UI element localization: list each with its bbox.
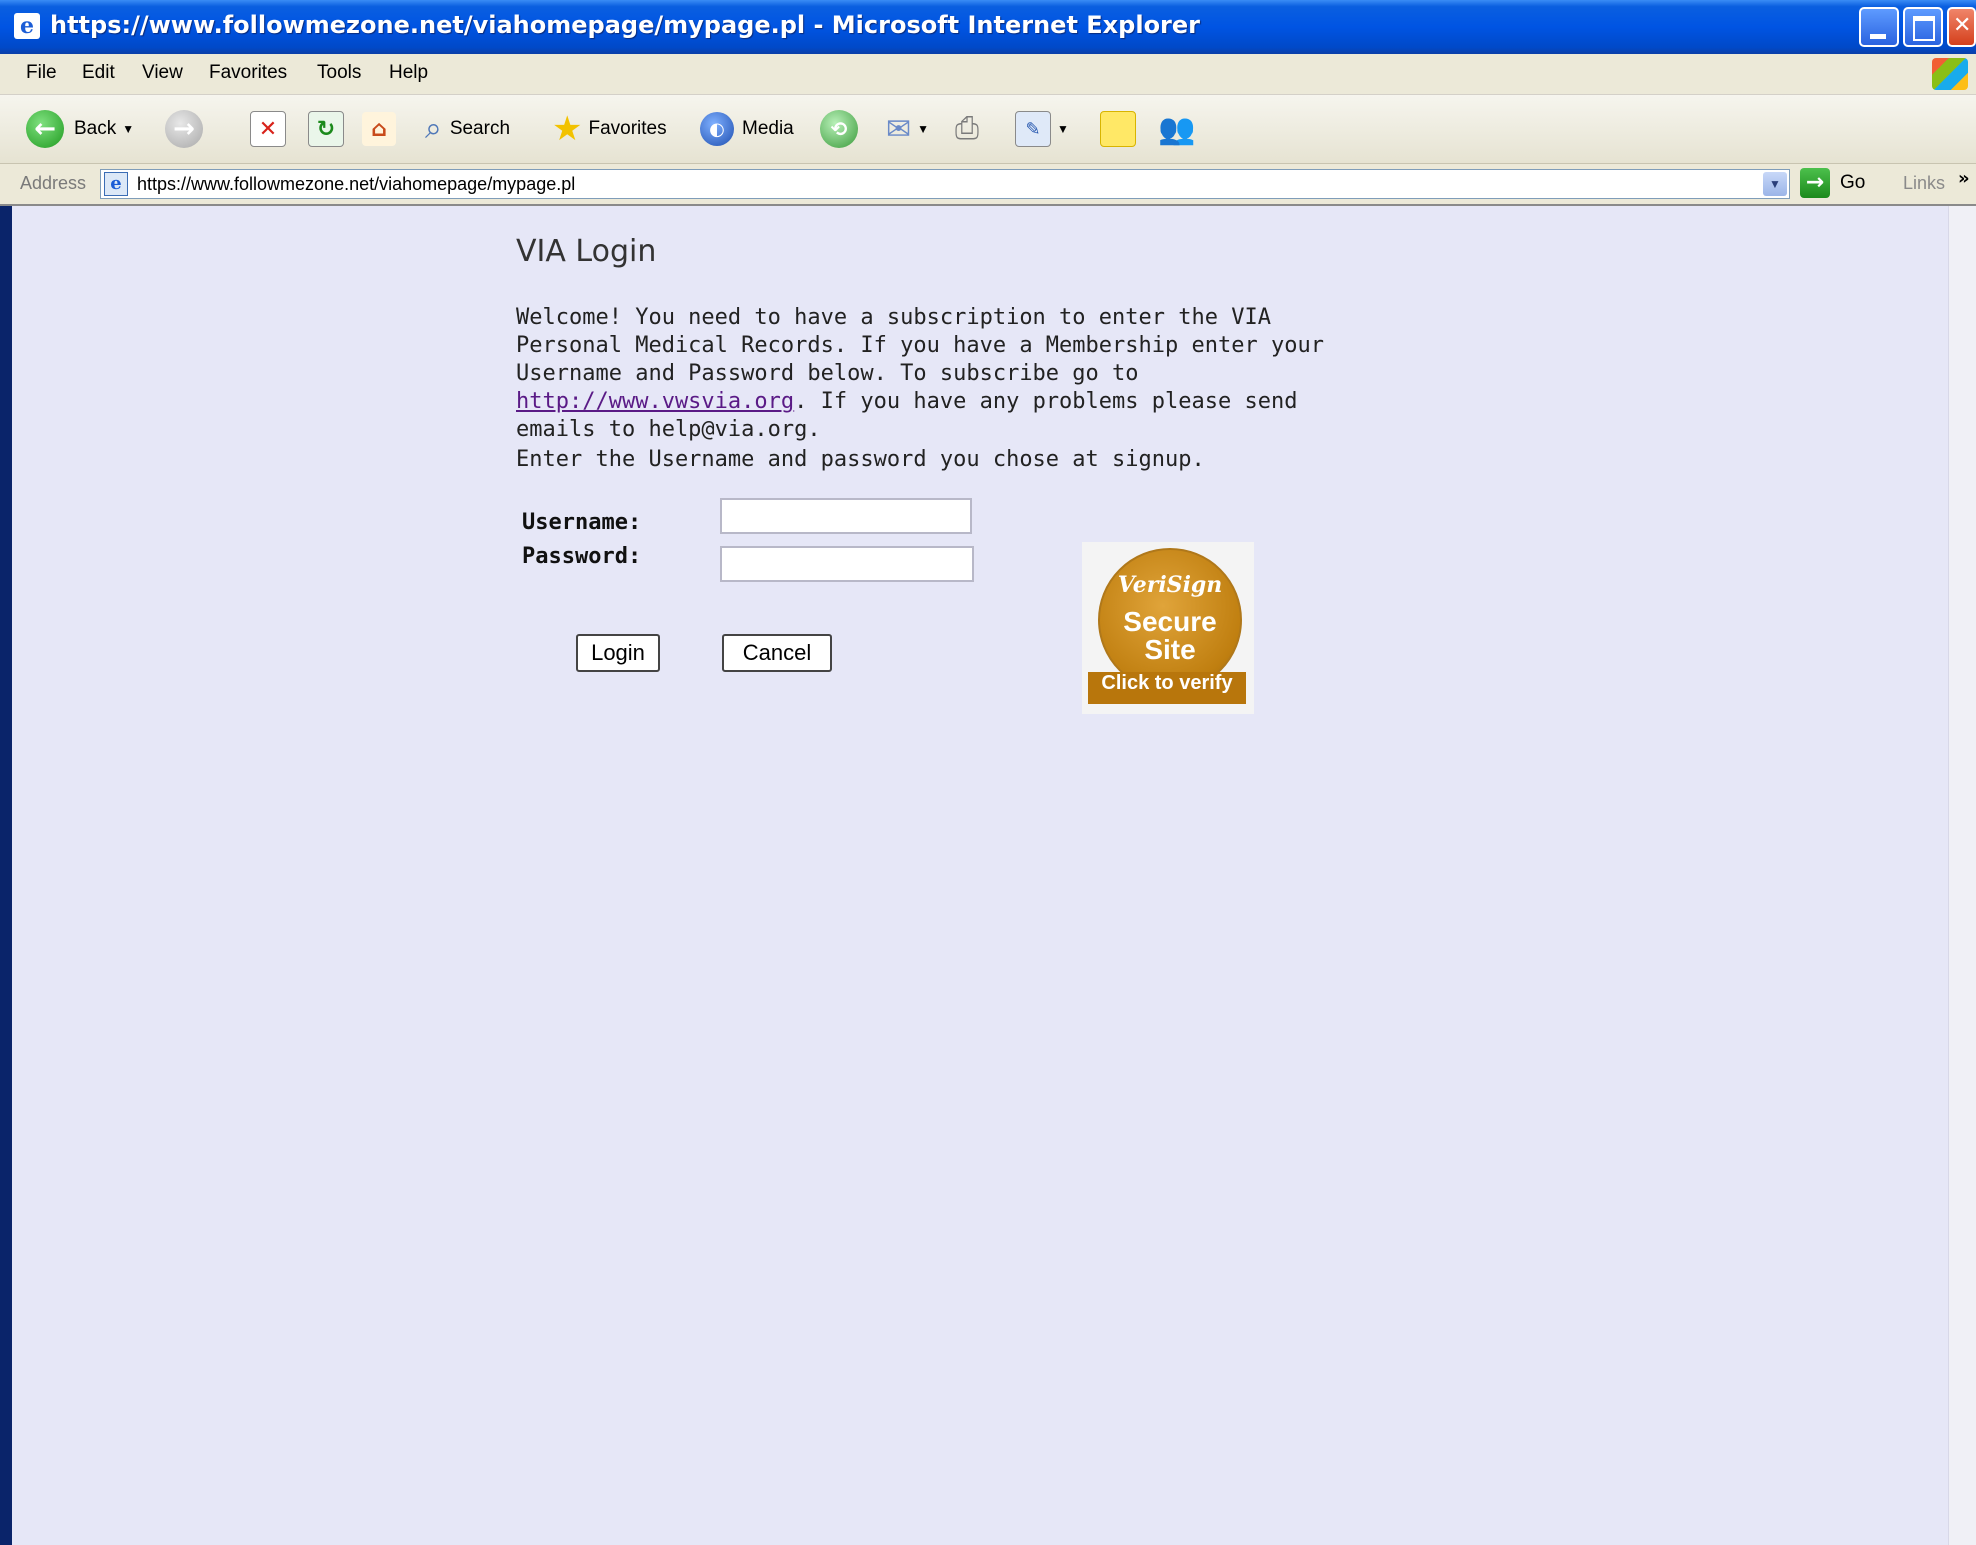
discuss-button[interactable]: [1100, 107, 1136, 151]
title-bar: e https://www.followmezone.net/viahomepa…: [0, 0, 1976, 54]
menu-edit[interactable]: Edit: [82, 62, 115, 84]
media-label: Media: [742, 118, 794, 139]
edit-dropdown-icon[interactable]: ▼: [1057, 122, 1069, 136]
media-globe-icon: ◐: [700, 112, 734, 146]
stop-icon: ✕: [250, 111, 286, 147]
links-label[interactable]: Links: [1903, 173, 1945, 194]
password-input[interactable]: [720, 546, 974, 582]
forward-arrow-icon: →: [165, 110, 203, 148]
favorites-star-icon: ★: [552, 110, 583, 148]
messenger-button[interactable]: 👥: [1158, 107, 1195, 151]
search-label: Search: [449, 118, 511, 139]
menu-help[interactable]: Help: [389, 62, 428, 84]
seal-badge-icon: VeriSign Secure Site: [1098, 548, 1242, 692]
back-arrow-icon: ←: [26, 110, 64, 148]
home-button[interactable]: ⌂: [362, 107, 396, 151]
history-icon: ⟲: [820, 110, 858, 148]
menu-file[interactable]: File: [26, 62, 57, 84]
welcome-text-start: Welcome! You need to have a subscription…: [516, 305, 1324, 386]
close-button[interactable]: [1947, 7, 1976, 47]
links-chevron-icon[interactable]: »: [1958, 168, 1970, 189]
search-icon: ⌕: [425, 112, 442, 145]
vertical-scrollbar[interactable]: [1948, 206, 1976, 1545]
go-arrow-icon: →: [1800, 168, 1830, 198]
windows-logo-icon: [1932, 58, 1968, 90]
messenger-icon: 👥: [1158, 112, 1196, 146]
menu-tools[interactable]: Tools: [317, 62, 361, 84]
forward-button[interactable]: →: [165, 107, 203, 151]
menu-bar: File Edit View Favorites Tools Help: [0, 54, 1976, 95]
edit-button[interactable]: ✎ ▼: [1015, 107, 1069, 151]
address-bar: Address e https://www.followmezone.net/v…: [0, 164, 1976, 206]
edit-page-icon: ✎: [1015, 111, 1051, 147]
note-icon: [1100, 111, 1136, 147]
back-label: Back: [74, 118, 117, 139]
mail-dropdown-icon[interactable]: ▼: [917, 122, 929, 136]
username-input[interactable]: [720, 498, 972, 534]
login-button[interactable]: Login: [576, 634, 660, 672]
stop-button[interactable]: ✕: [250, 107, 286, 151]
back-dropdown-icon[interactable]: ▼: [122, 122, 134, 136]
refresh-icon: ↻: [308, 111, 344, 147]
seal-brand: VeriSign: [1117, 572, 1223, 598]
print-icon: ⎙: [955, 112, 979, 145]
seal-verify-label: Click to verify: [1088, 672, 1246, 704]
address-input[interactable]: e https://www.followmezone.net/viahomepa…: [100, 169, 1790, 199]
browser-window: e https://www.followmezone.net/viahomepa…: [0, 0, 1976, 1545]
subscribe-link[interactable]: http://www.vwsvia.org: [516, 389, 794, 414]
window-title: https://www.followmezone.net/viahomepage…: [50, 11, 1201, 39]
favorites-button[interactable]: ★ Favorites: [552, 107, 667, 151]
menu-favorites[interactable]: Favorites: [209, 62, 287, 84]
mail-button[interactable]: ✉ ▼: [886, 107, 929, 151]
home-icon: ⌂: [362, 112, 396, 146]
favorites-label: Favorites: [588, 118, 667, 139]
go-label: Go: [1840, 172, 1866, 193]
print-button[interactable]: ⎙: [955, 107, 979, 151]
minimize-button[interactable]: [1859, 7, 1899, 47]
media-button[interactable]: ◐ Media: [700, 107, 794, 151]
username-label: Username:: [522, 510, 642, 535]
history-button[interactable]: ⟲: [820, 107, 858, 151]
back-button[interactable]: ← Back ▼: [26, 107, 134, 151]
mail-icon: ✉: [886, 112, 912, 146]
address-label: Address: [20, 173, 87, 193]
page-content: VIA Login Welcome! You need to have a su…: [12, 206, 1960, 1545]
password-label: Password:: [522, 544, 642, 569]
search-button[interactable]: ⌕ Search: [425, 107, 510, 151]
menu-view[interactable]: View: [142, 62, 183, 84]
cancel-button[interactable]: Cancel: [722, 634, 832, 672]
address-dropdown-icon[interactable]: ▼: [1763, 172, 1787, 196]
welcome-text: Welcome! You need to have a subscription…: [516, 304, 1346, 444]
ie-icon: e: [14, 13, 40, 39]
toolbar: ← Back ▼ → ✕ ↻ ⌂ ⌕ Search ★ Favorites ◐ …: [0, 95, 1976, 164]
verisign-seal[interactable]: VeriSign Secure Site Click to verify: [1082, 542, 1254, 714]
address-url: https://www.followmezone.net/viahomepage…: [137, 174, 576, 194]
go-button[interactable]: → Go: [1800, 168, 1865, 198]
refresh-button[interactable]: ↻: [308, 107, 344, 151]
signup-instruction: Enter the Username and password you chos…: [516, 447, 1205, 472]
page-icon: e: [104, 172, 128, 196]
seal-site: Site: [1144, 634, 1196, 665]
maximize-button[interactable]: [1903, 7, 1943, 47]
page-title: VIA Login: [516, 234, 657, 269]
